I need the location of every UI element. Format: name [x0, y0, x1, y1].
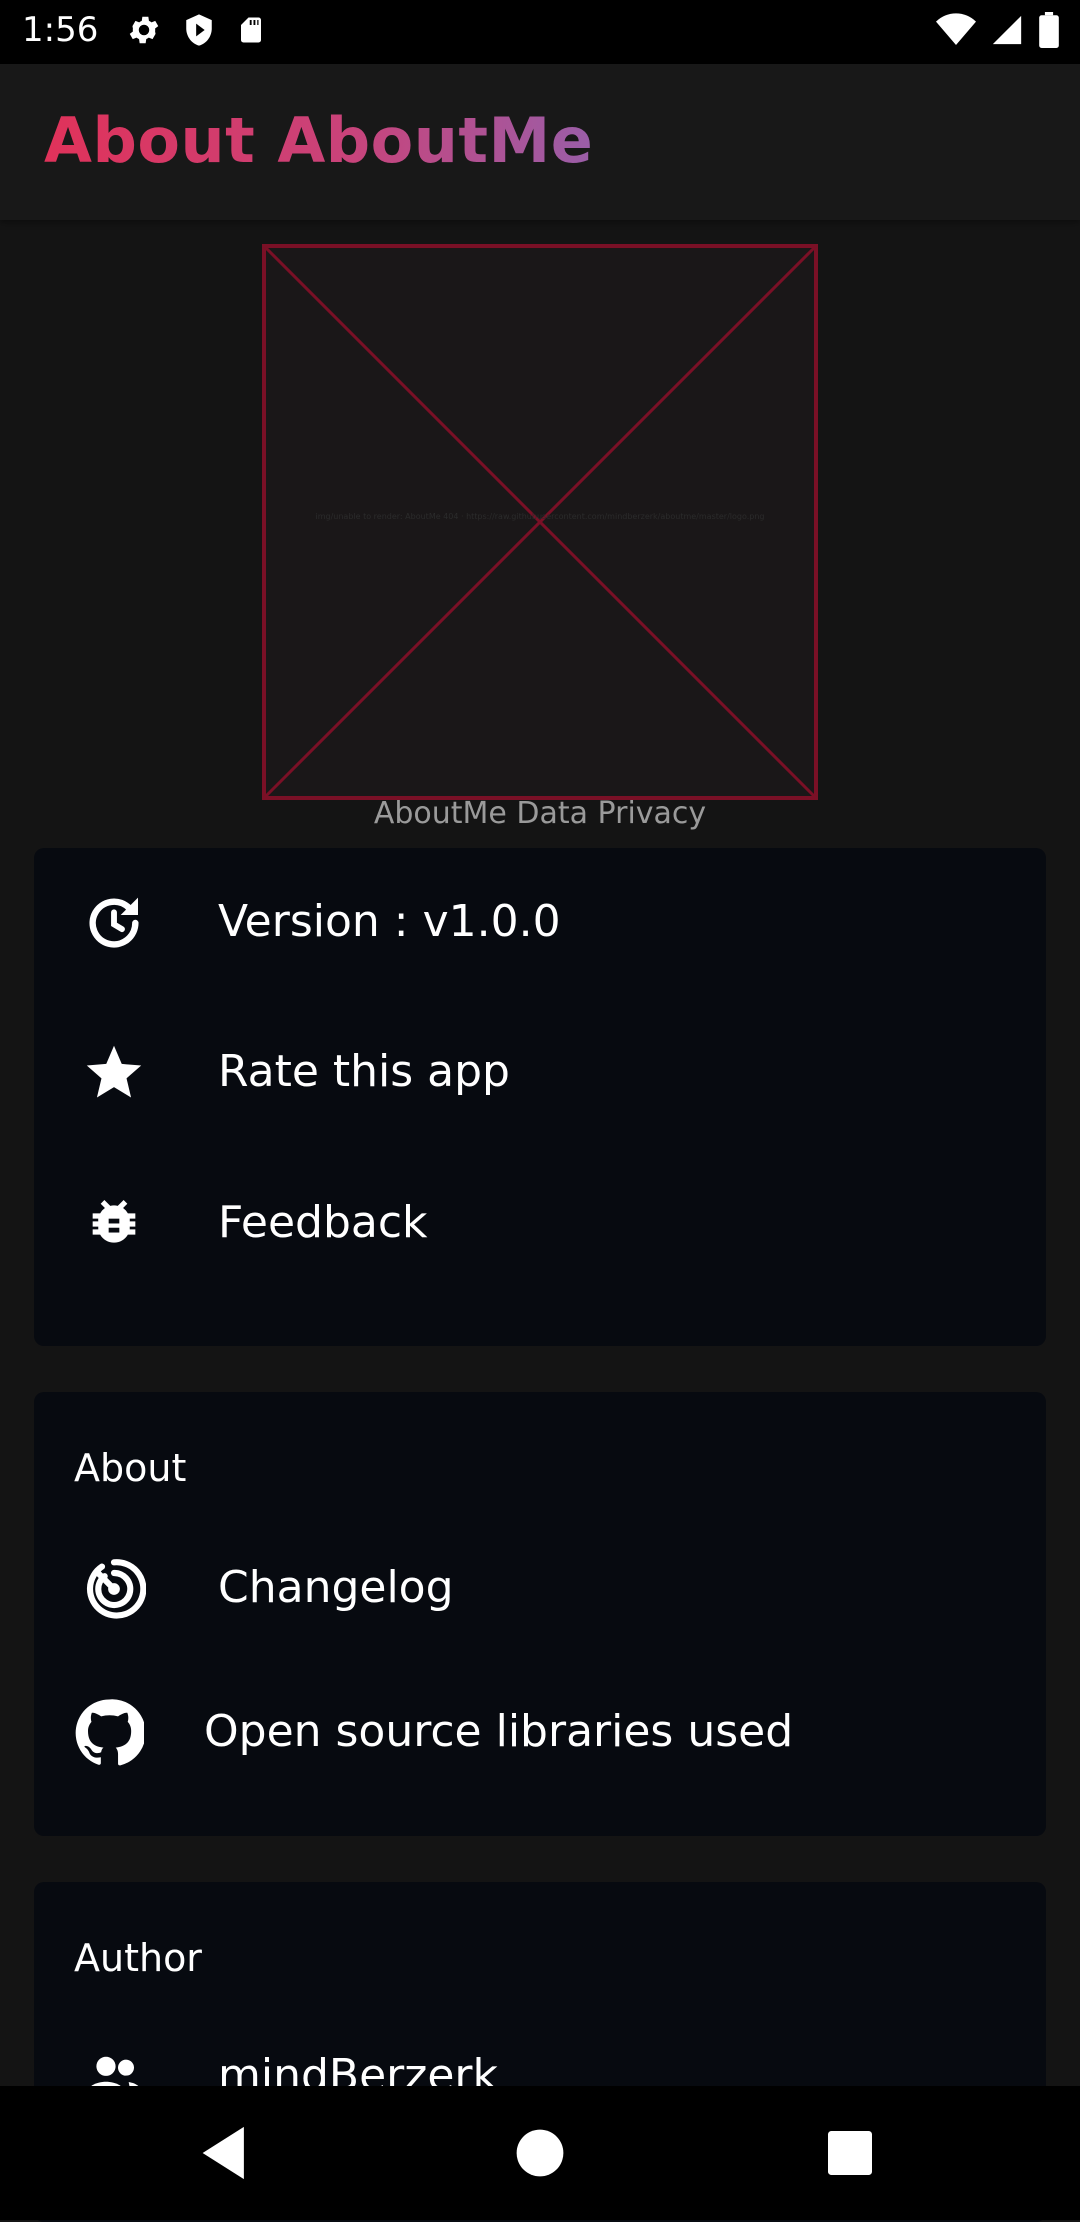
- changelog-icon: [86, 1559, 146, 1619]
- status-time: 1:56: [22, 10, 99, 50]
- sd-card-icon: [236, 13, 266, 47]
- status-notification-icons: [126, 12, 266, 48]
- version-label: Version : v1.0.0: [218, 896, 561, 947]
- bug-icon: [92, 1200, 136, 1243]
- wifi-icon: [936, 13, 976, 47]
- version-row[interactable]: Version : v1.0.0: [34, 858, 1046, 988]
- about-card: About Changelog Open source libraries us…: [34, 1392, 1046, 1836]
- rate-app-row[interactable]: Rate this app: [34, 1008, 1046, 1138]
- github-icon: [75, 1699, 144, 1766]
- feedback-label: Feedback: [218, 1197, 428, 1248]
- battery-icon: [1038, 12, 1060, 48]
- author-section-title: Author: [74, 1936, 202, 1980]
- navigation-bar: [0, 2086, 1080, 2220]
- status-system-icons: [936, 12, 1060, 48]
- app-logo-placeholder: img/unable to render: AboutMe 404 · http…: [262, 244, 818, 800]
- rate-app-label: Rate this app: [218, 1046, 510, 1097]
- page-title: About AboutMe: [44, 104, 594, 177]
- logo-alt-text: img/unable to render: AboutMe 404 · http…: [315, 512, 765, 521]
- back-icon[interactable]: [193, 2120, 259, 2186]
- privacy-link[interactable]: AboutMe Data Privacy: [0, 796, 1080, 831]
- info-card: Version : v1.0.0 Rate this app Feedback: [34, 848, 1046, 1346]
- signal-icon: [990, 13, 1024, 47]
- shield-play-icon: [182, 12, 216, 48]
- about-section-title: About: [74, 1446, 187, 1490]
- update-icon: [89, 897, 139, 948]
- app-bar: About AboutMe: [0, 64, 1080, 220]
- feedback-row[interactable]: Feedback: [34, 1159, 1046, 1289]
- gear-icon: [126, 12, 162, 48]
- home-icon[interactable]: [507, 2120, 573, 2186]
- open-source-row[interactable]: Open source libraries used: [34, 1668, 1046, 1798]
- recents-icon[interactable]: [817, 2120, 883, 2186]
- changelog-label: Changelog: [218, 1562, 454, 1613]
- status-bar: 1:56: [0, 0, 1080, 64]
- star-icon: [86, 1045, 142, 1098]
- changelog-row[interactable]: Changelog: [34, 1524, 1046, 1654]
- open-source-label: Open source libraries used: [204, 1706, 794, 1757]
